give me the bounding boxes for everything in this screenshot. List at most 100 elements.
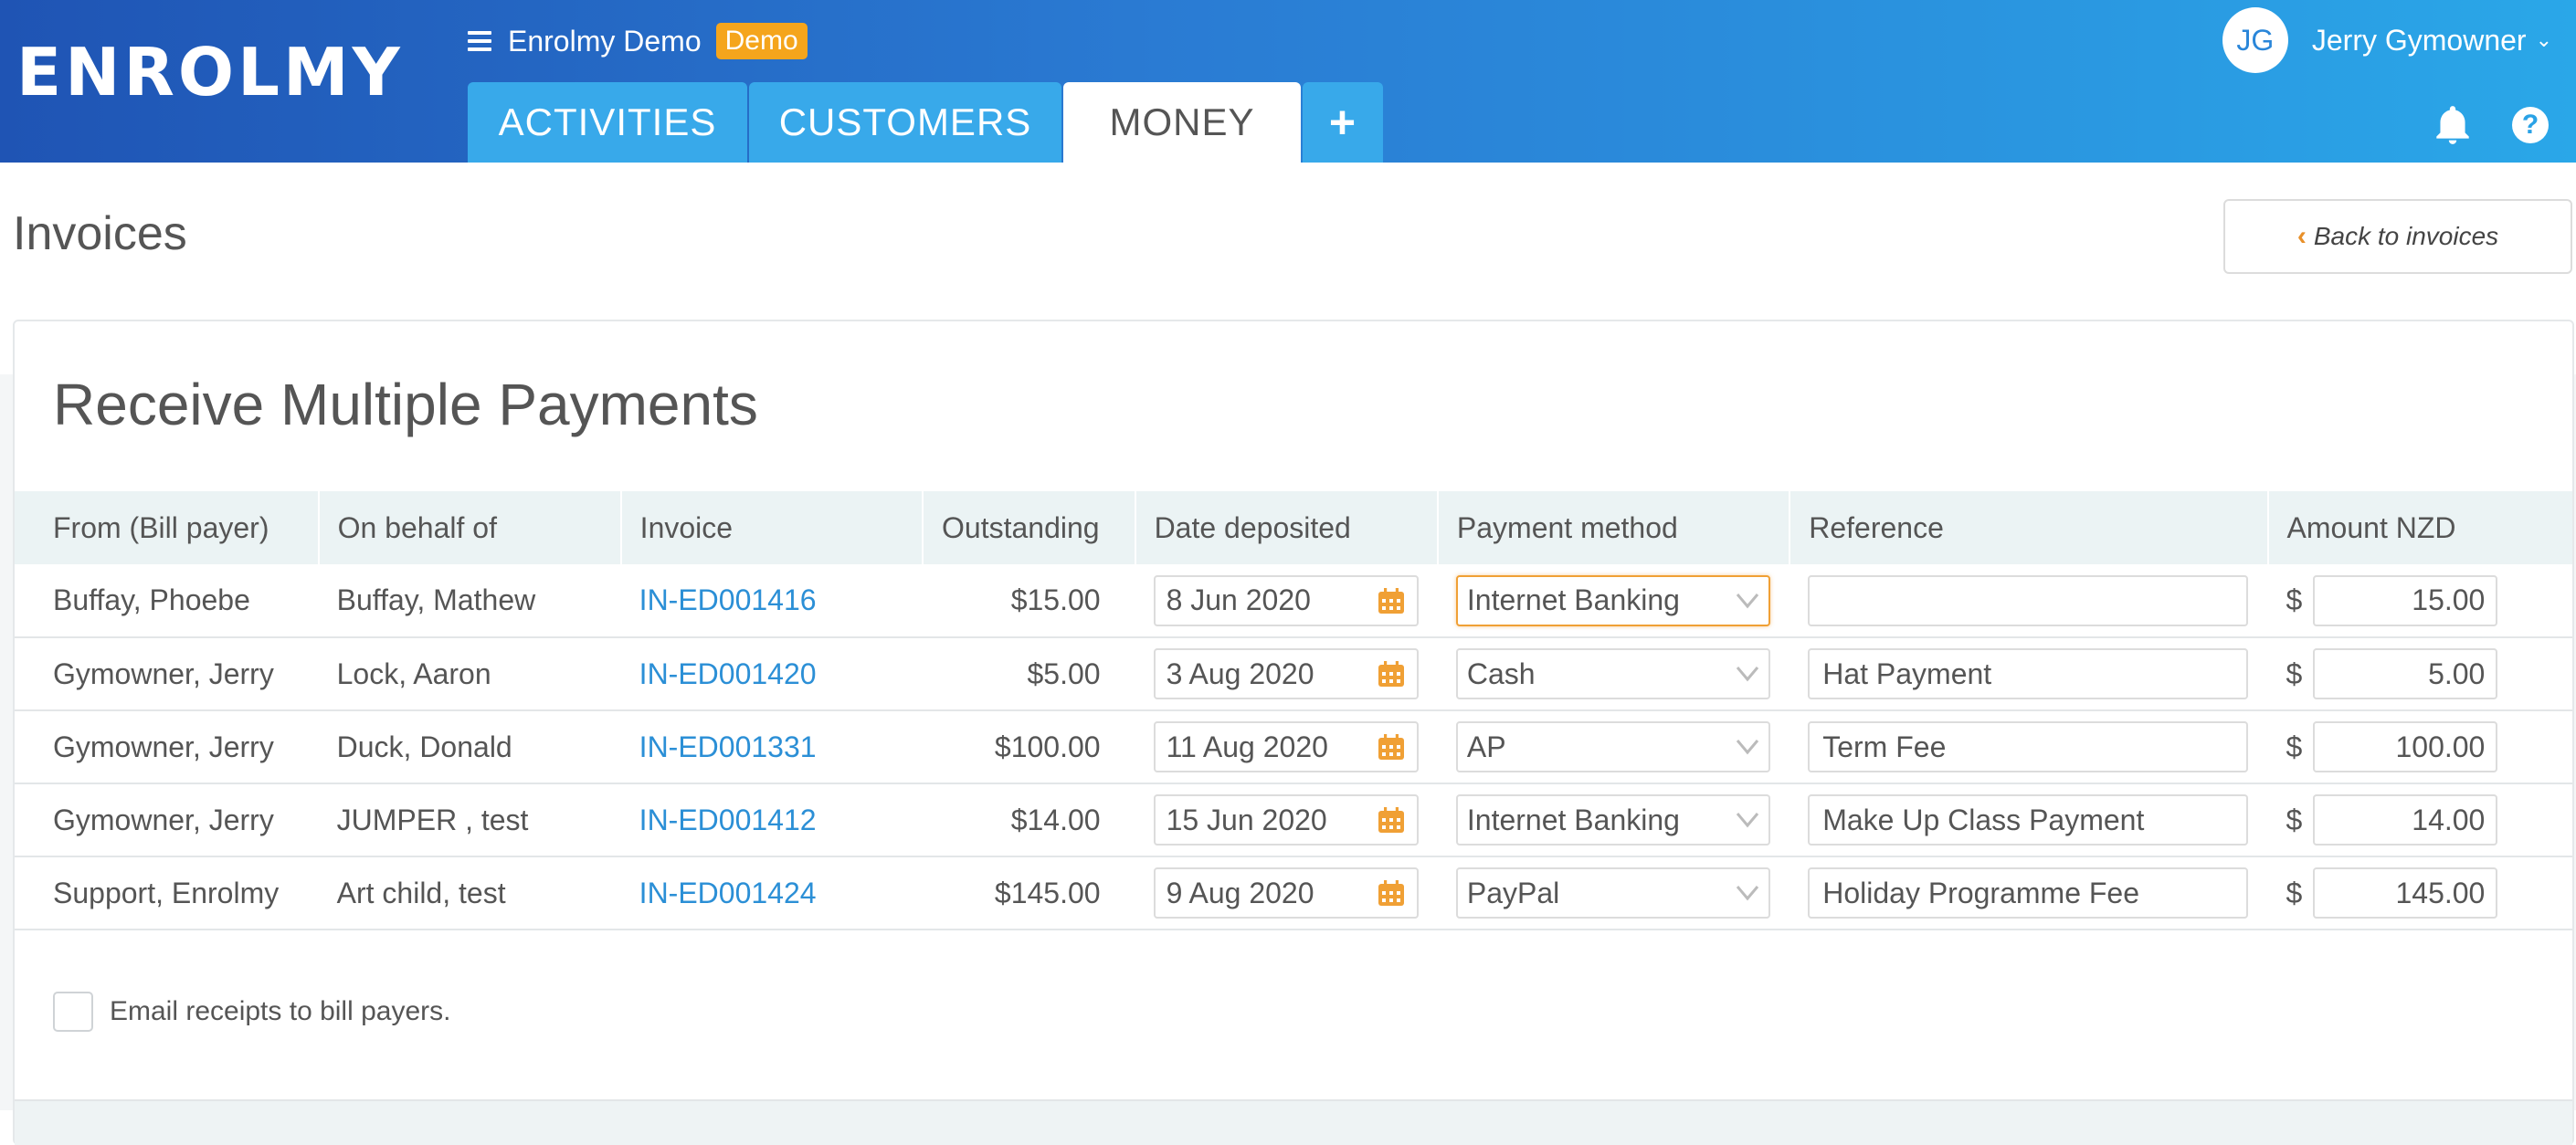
date-value: 8 Jun 2020	[1166, 583, 1311, 616]
payment-method-value: Internet Banking	[1466, 803, 1680, 836]
date-deposited-input[interactable]: 11 Aug 2020	[1153, 721, 1419, 772]
payment-method-value: AP	[1466, 730, 1506, 763]
dropdown-caret-icon[interactable]	[1736, 739, 1759, 755]
email-receipts-option[interactable]: Email receipts to bill payers.	[53, 992, 450, 1032]
invoice-link[interactable]: IN-ED001424	[639, 877, 817, 909]
org-name[interactable]: Enrolmy Demo	[508, 25, 702, 58]
reference-input[interactable]: Hat Payment	[1808, 648, 2249, 699]
payment-method-select[interactable]: Internet Banking	[1455, 794, 1770, 846]
on-behalf-of: JUMPER , test	[336, 803, 529, 836]
on-behalf-of: Duck, Donald	[336, 730, 512, 763]
currency-symbol: $	[2286, 657, 2303, 690]
calendar-icon[interactable]	[1377, 878, 1406, 908]
chevron-down-icon[interactable]: ⌄	[2536, 28, 2552, 52]
on-behalf-of: Lock, Aaron	[336, 657, 491, 690]
dropdown-caret-icon[interactable]	[1736, 666, 1759, 682]
invoice-link[interactable]: IN-ED001416	[639, 583, 817, 616]
amount-input[interactable]: 15.00	[2313, 574, 2498, 626]
table-header-row: From (Bill payer) On behalf of Invoice O…	[15, 491, 2572, 564]
outstanding-amount: $14.00	[1010, 803, 1101, 836]
calendar-icon[interactable]	[1377, 805, 1406, 835]
dropdown-caret-icon[interactable]	[1736, 593, 1759, 609]
table-row: Gymowner, Jerry JUMPER , test IN-ED00141…	[15, 783, 2572, 856]
tab-money[interactable]: MONEY	[1063, 82, 1301, 163]
reference-value: Hat Payment	[1822, 657, 1992, 690]
date-deposited-input[interactable]: 3 Aug 2020	[1153, 648, 1419, 699]
payment-method-select[interactable]: Internet Banking	[1455, 574, 1770, 626]
currency-symbol: $	[2286, 803, 2303, 836]
enrolmy-logo[interactable]: ENROLMY	[16, 39, 404, 105]
column-header-reference: Reference	[1789, 491, 2268, 564]
calendar-icon[interactable]	[1377, 659, 1406, 688]
hamburger-icon[interactable]	[468, 31, 491, 51]
bill-payer: Support, Enrolmy	[53, 876, 280, 909]
receive-payments-card: Receive Multiple Payments From (Bill pay…	[13, 320, 2574, 1145]
date-deposited-input[interactable]: 9 Aug 2020	[1153, 867, 1419, 919]
payment-method-select[interactable]: Cash	[1455, 648, 1770, 699]
outstanding-amount: $5.00	[1027, 657, 1101, 690]
app-header: ENROLMY Enrolmy Demo Demo ACTIVITIES CUS…	[0, 0, 2576, 163]
amount-input[interactable]: 100.00	[2313, 721, 2498, 772]
add-tab-button[interactable]: +	[1303, 82, 1383, 163]
currency-symbol: $	[2286, 583, 2303, 616]
chevron-left-icon: ‹	[2296, 221, 2307, 251]
avatar[interactable]: JG	[2222, 7, 2288, 73]
amount-value: 145.00	[2395, 876, 2486, 909]
reference-input[interactable]: Term Fee	[1808, 721, 2249, 772]
payment-method-value: Cash	[1466, 657, 1536, 690]
invoice-link[interactable]: IN-ED001420	[639, 657, 817, 690]
on-behalf-of: Buffay, Mathew	[336, 583, 536, 616]
date-value: 3 Aug 2020	[1166, 657, 1314, 690]
currency-symbol: $	[2286, 876, 2303, 909]
table-row: Gymowner, Jerry Lock, Aaron IN-ED001420 …	[15, 637, 2572, 710]
column-header-method: Payment method	[1436, 491, 1790, 564]
card-footer	[15, 1099, 2572, 1145]
back-to-invoices-button[interactable]: ‹ Back to invoices	[2223, 199, 2572, 274]
bell-icon[interactable]	[2430, 102, 2476, 148]
date-deposited-input[interactable]: 15 Jun 2020	[1153, 794, 1419, 846]
table-row: Gymowner, Jerry Duck, Donald IN-ED001331…	[15, 710, 2572, 783]
user-menu[interactable]: JG Jerry Gymowner ⌄	[2222, 7, 2552, 73]
date-deposited-input[interactable]: 8 Jun 2020	[1153, 574, 1419, 626]
bill-payer: Gymowner, Jerry	[53, 657, 274, 690]
on-behalf-of: Art child, test	[336, 876, 506, 909]
column-header-date: Date deposited	[1134, 491, 1438, 564]
amount-value: 5.00	[2428, 657, 2486, 690]
payment-method-value: PayPal	[1466, 876, 1560, 909]
reference-input[interactable]: Holiday Programme Fee	[1808, 867, 2249, 919]
amount-input[interactable]: 14.00	[2313, 794, 2498, 846]
payment-method-select[interactable]: AP	[1455, 721, 1770, 772]
date-value: 11 Aug 2020	[1166, 730, 1328, 763]
table-row: Support, Enrolmy Art child, test IN-ED00…	[15, 856, 2572, 930]
reference-input[interactable]	[1808, 574, 2249, 626]
user-name[interactable]: Jerry Gymowner	[2312, 24, 2527, 58]
calendar-icon[interactable]	[1377, 586, 1406, 615]
amount-input[interactable]: 145.00	[2313, 867, 2498, 919]
dropdown-caret-icon[interactable]	[1736, 885, 1759, 901]
bill-payer: Gymowner, Jerry	[53, 730, 274, 763]
invoice-link[interactable]: IN-ED001331	[639, 730, 817, 763]
tab-customers[interactable]: CUSTOMERS	[749, 82, 1061, 163]
payments-table: From (Bill payer) On behalf of Invoice O…	[15, 491, 2572, 930]
dropdown-caret-icon[interactable]	[1736, 812, 1759, 828]
email-receipts-label[interactable]: Email receipts to bill payers.	[110, 996, 450, 1027]
payment-method-select[interactable]: PayPal	[1455, 867, 1770, 919]
org-menu-toggle[interactable]: Enrolmy Demo Demo	[468, 22, 808, 60]
reference-value: Term Fee	[1822, 730, 1947, 763]
invoice-link[interactable]: IN-ED001412	[639, 804, 817, 836]
reference-input[interactable]: Make Up Class Payment	[1808, 794, 2249, 846]
help-icon[interactable]: ?	[2512, 107, 2549, 143]
column-header-outstanding: Outstanding	[922, 491, 1135, 564]
calendar-icon[interactable]	[1377, 732, 1406, 762]
bill-payer: Gymowner, Jerry	[53, 803, 274, 836]
email-receipts-checkbox[interactable]	[53, 992, 93, 1032]
payment-method-value: Internet Banking	[1466, 583, 1680, 616]
currency-symbol: $	[2286, 730, 2303, 763]
column-header-from: From (Bill payer)	[53, 510, 269, 544]
demo-badge: Demo	[715, 23, 808, 59]
main-tabs: ACTIVITIES CUSTOMERS MONEY +	[468, 82, 1385, 163]
outstanding-amount: $100.00	[994, 730, 1101, 763]
date-value: 15 Jun 2020	[1166, 803, 1327, 836]
tab-activities[interactable]: ACTIVITIES	[468, 82, 747, 163]
amount-input[interactable]: 5.00	[2313, 648, 2498, 699]
